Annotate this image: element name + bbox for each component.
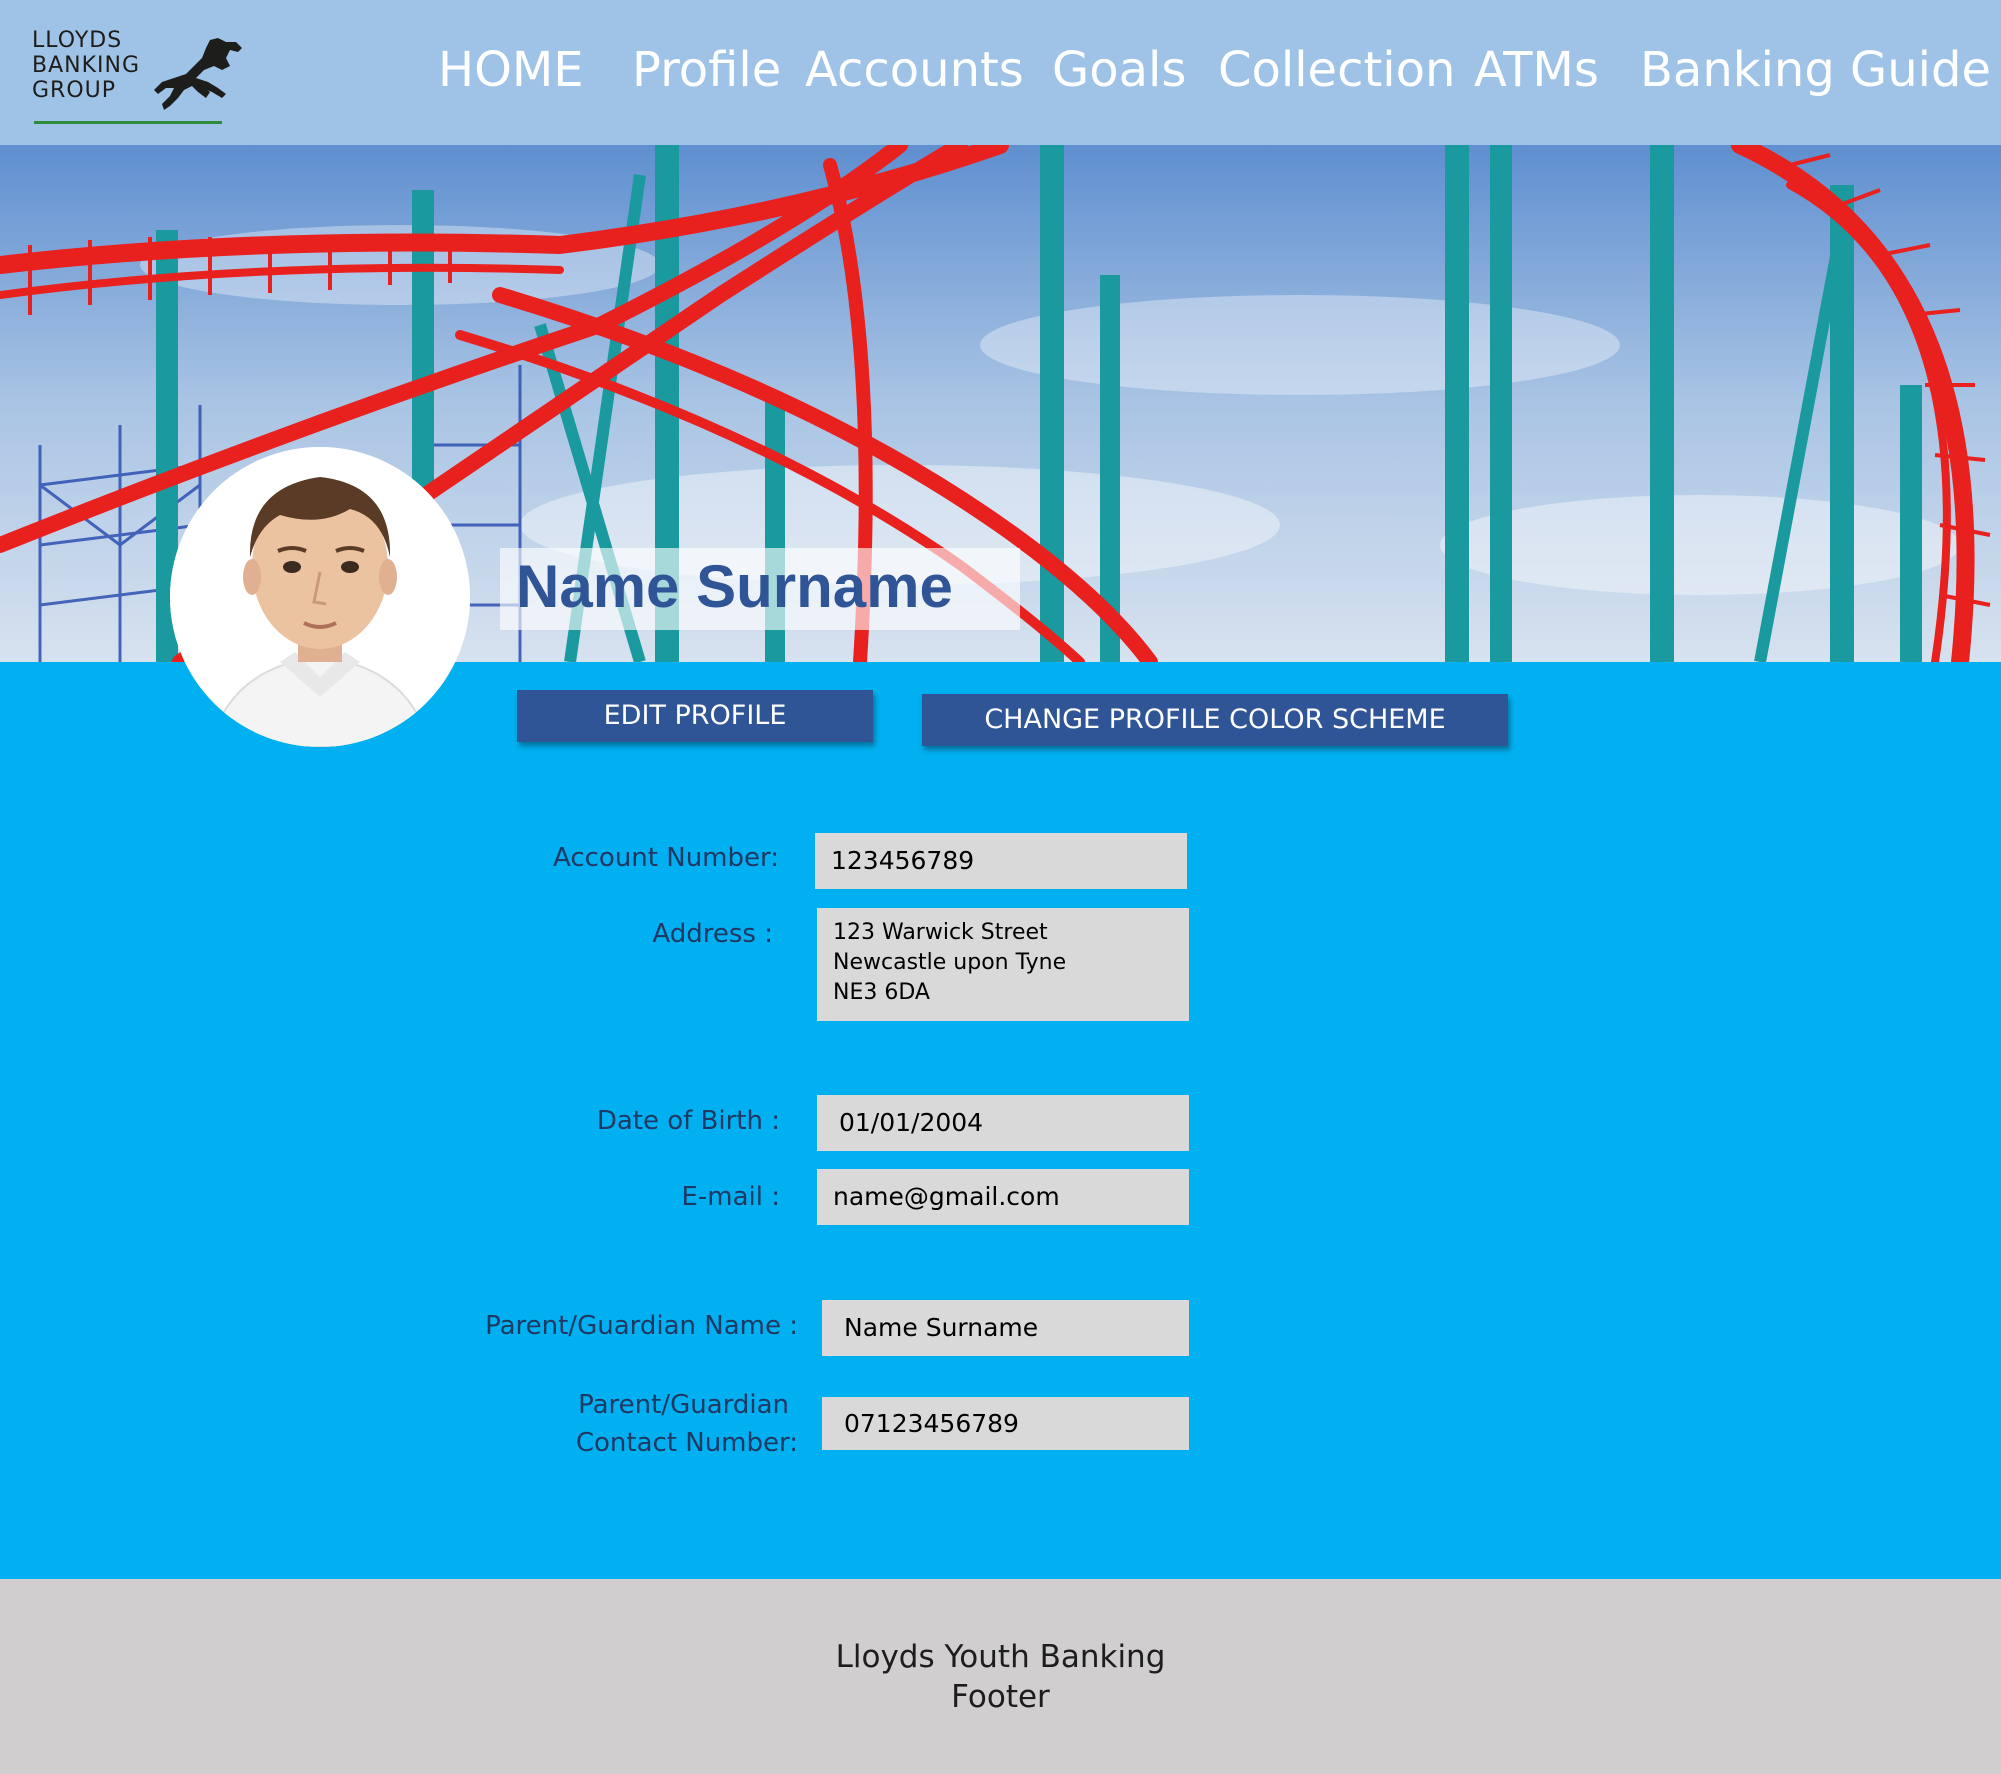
guardian-contact-field[interactable]: 07123456789 (822, 1397, 1189, 1450)
address-line-3: NE3 6DA (833, 980, 930, 1005)
site-header: LLOYDS BANKING GROUP HOME Profile Accoun… (0, 0, 2001, 145)
avatar-photo (170, 447, 470, 747)
nav-banking-guide[interactable]: Banking Guide (1640, 42, 1991, 98)
address-line-2: Newcastle upon Tyne (833, 950, 1067, 975)
footer-text: Lloyds Youth Banking Footer (0, 1637, 2001, 1717)
nav-profile[interactable]: Profile (632, 42, 781, 98)
edit-profile-button[interactable]: EDIT PROFILE (517, 690, 873, 742)
footer-line-2: Footer (951, 1679, 1050, 1715)
profile-avatar[interactable] (170, 447, 470, 747)
change-color-scheme-button[interactable]: CHANGE PROFILE COLOR SCHEME (922, 694, 1508, 746)
account-number-field[interactable]: 123456789 (815, 833, 1187, 889)
nav-goals[interactable]: Goals (1052, 42, 1186, 98)
date-of-birth-label: Date of Birth : (596, 1106, 780, 1136)
guardian-contact-label-line-1: Parent/Guardian (578, 1390, 789, 1420)
guardian-name-label: Parent/Guardian Name : (485, 1311, 798, 1341)
address-label: Address : (652, 919, 773, 949)
guardian-contact-label-line-2: Contact Number: (575, 1428, 798, 1458)
date-of-birth-field[interactable]: 01/01/2004 (817, 1095, 1189, 1151)
guardian-name-field[interactable]: Name Surname (822, 1300, 1189, 1356)
nav-atms[interactable]: ATMs (1474, 42, 1599, 98)
address-line-1: 123 Warwick Street (833, 920, 1048, 945)
account-number-label: Account Number: (553, 843, 779, 873)
nav-accounts[interactable]: Accounts (805, 42, 1024, 98)
site-footer: Lloyds Youth Banking Footer (0, 1579, 2001, 1774)
main-navigation: HOME Profile Accounts Goals Collection A… (0, 42, 2001, 112)
profile-name: Name Surname (516, 553, 953, 620)
email-field[interactable]: name@gmail.com (817, 1169, 1189, 1225)
email-label: E-mail : (681, 1182, 780, 1212)
footer-line-1: Lloyds Youth Banking (835, 1639, 1166, 1675)
nav-collection[interactable]: Collection (1218, 42, 1455, 98)
address-field[interactable]: 123 Warwick Street Newcastle upon Tyne N… (817, 908, 1189, 1021)
logo-underline (34, 121, 222, 124)
guardian-contact-label-2: Contact Number: (576, 1424, 798, 1462)
guardian-contact-label: Parent/Guardian (578, 1386, 789, 1424)
nav-home[interactable]: HOME (438, 42, 584, 98)
